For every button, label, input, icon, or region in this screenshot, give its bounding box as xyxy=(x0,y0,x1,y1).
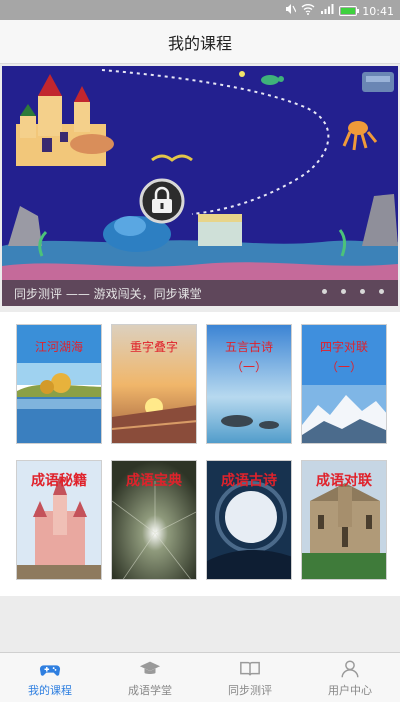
user-icon xyxy=(341,659,359,677)
course-label-sub: （一） xyxy=(325,360,362,374)
signal-icon xyxy=(320,3,334,19)
course-grid: 江河湖海 重字叠字 五言古诗 （一） 四字对联 （一） 成语秘籍 成语宝典 成语… xyxy=(0,312,400,596)
tab-user-center[interactable]: 用户中心 xyxy=(300,653,400,702)
status-bar: 10:41 xyxy=(0,0,400,20)
lock-icon xyxy=(139,178,185,224)
course-card-mijian[interactable]: 成语秘籍 xyxy=(16,460,102,580)
carousel-indicator xyxy=(322,289,384,294)
tab-label: 用户中心 xyxy=(328,683,372,697)
course-card-baodian[interactable]: 成语宝典 xyxy=(111,460,197,580)
status-time: 10:41 xyxy=(362,4,394,18)
mute-icon xyxy=(284,3,297,19)
tab-label: 成语学堂 xyxy=(128,683,172,697)
course-label: 江河湖海 xyxy=(34,340,83,354)
carousel-dot[interactable] xyxy=(379,289,384,294)
open-book-icon xyxy=(240,661,260,676)
course-label: 成语对联 xyxy=(316,473,372,489)
tab-label: 同步测评 xyxy=(228,683,272,697)
course-label: 五言古诗 xyxy=(224,340,273,354)
carousel-dot[interactable] xyxy=(360,289,365,294)
wifi-icon xyxy=(301,3,315,19)
course-label-sub: （一） xyxy=(230,360,267,374)
tab-sync-test[interactable]: 同步测评 xyxy=(200,653,300,702)
course-card-gushi[interactable]: 成语古诗 xyxy=(206,460,292,580)
banner-caption: 同步测评 —— 游戏闯关，同步课堂 xyxy=(14,286,202,301)
course-card-sizi[interactable]: 四字对联 （一） xyxy=(301,324,387,444)
course-card-chongzi[interactable]: 重字叠字 xyxy=(111,324,197,444)
status-icons: 10:41 xyxy=(284,3,394,19)
banner-illustration xyxy=(2,66,398,306)
carousel-dot[interactable] xyxy=(322,289,327,294)
course-label: 重字叠字 xyxy=(129,340,178,354)
bottom-tab-bar: 我的课程 成语学堂 同步测评 用户中心 xyxy=(0,652,400,702)
course-card-wuyan[interactable]: 五言古诗 （一） xyxy=(206,324,292,444)
course-label: 四字对联 xyxy=(319,340,368,354)
banner-caption-bar: 同步测评 —— 游戏闯关，同步课堂 xyxy=(2,280,398,306)
tab-my-courses[interactable]: 我的课程 xyxy=(0,653,100,702)
page-header: 我的课程 xyxy=(0,20,400,64)
tab-idiom-school[interactable]: 成语学堂 xyxy=(100,653,200,702)
graduation-cap-icon xyxy=(139,661,161,674)
page-title: 我的课程 xyxy=(167,33,232,53)
banner-carousel[interactable]: 同步测评 —— 游戏闯关，同步课堂 xyxy=(2,66,398,306)
treasure-chest-illustration xyxy=(362,72,394,92)
tab-label: 我的课程 xyxy=(28,683,72,697)
course-label: 成语宝典 xyxy=(126,473,182,489)
course-label: 成语古诗 xyxy=(221,473,277,489)
course-card-jianghe[interactable]: 江河湖海 xyxy=(16,324,102,444)
carousel-dot[interactable] xyxy=(341,289,346,294)
battery-icon xyxy=(339,6,360,16)
course-card-duilian[interactable]: 成语对联 xyxy=(301,460,387,580)
gamepad-icon xyxy=(39,664,61,676)
course-label: 成语秘籍 xyxy=(31,473,87,489)
